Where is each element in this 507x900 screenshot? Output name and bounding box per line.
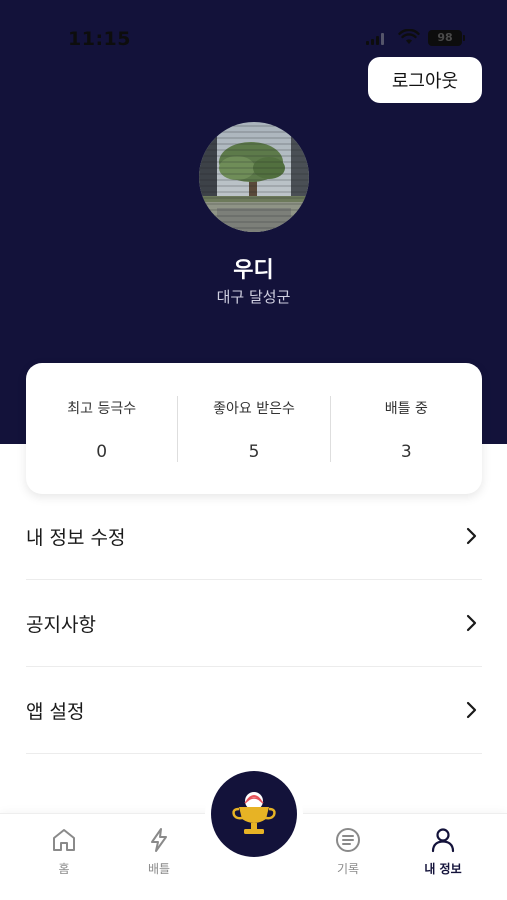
tab-battle[interactable]: 배틀 [119,826,199,877]
tab-label: 기록 [336,862,360,876]
lightning-icon [151,828,167,852]
logout-button[interactable]: 로그아웃 [368,57,482,103]
status-time: 11:15 [68,28,131,50]
ranking-center-button[interactable] [211,771,297,857]
chevron-right-icon [466,614,477,632]
profile-name: 우디 [233,258,274,283]
menu-item-label: 내 정보 수정 [26,526,126,549]
stat-battles-in-progress: 배틀 중 3 [329,395,482,462]
stat-value: 0 [96,441,108,462]
stat-label: 좋아요 받은수 [213,400,295,417]
settings-menu: 내 정보 수정 공지사항 앱 설정 [26,493,482,754]
menu-item-edit-profile[interactable]: 내 정보 수정 [26,493,482,580]
tab-label: 홈 [58,862,70,876]
trophy-icon [232,792,276,834]
avatar-photo [199,122,309,232]
menu-item-notices[interactable]: 공지사항 [26,580,482,667]
person-icon [431,828,455,853]
stat-likes-received: 좋아요 받은수 5 [177,395,329,462]
wifi-icon [398,29,420,44]
tab-label: 내 정보 [424,862,462,876]
profile-avatar[interactable] [199,122,309,232]
stat-label: 최고 등극수 [67,400,137,417]
cellular-signal-icon [366,33,386,45]
battery-icon: 98 [428,30,462,46]
list-icon [336,828,360,852]
stat-label: 배틀 중 [384,400,428,417]
chevron-right-icon [466,701,477,719]
tab-label: 배틀 [147,862,171,876]
stat-value: 3 [400,441,412,462]
stat-value: 5 [248,441,260,462]
tab-home[interactable]: 홈 [24,826,104,877]
profile-location: 대구 달성군 [216,288,291,306]
menu-item-label: 공지사항 [26,613,96,636]
menu-item-app-settings[interactable]: 앱 설정 [26,667,482,754]
battery-nub [463,35,465,41]
chevron-right-icon [466,527,477,545]
stat-top-rank-count: 최고 등극수 0 [26,396,177,462]
menu-item-label: 앱 설정 [26,700,85,723]
stats-card: 최고 등극수 0 좋아요 받은수 5 배틀 중 3 [26,363,482,494]
tab-records[interactable]: 기록 [308,826,388,877]
home-icon [53,829,75,851]
tab-my-info[interactable]: 내 정보 [403,826,483,877]
